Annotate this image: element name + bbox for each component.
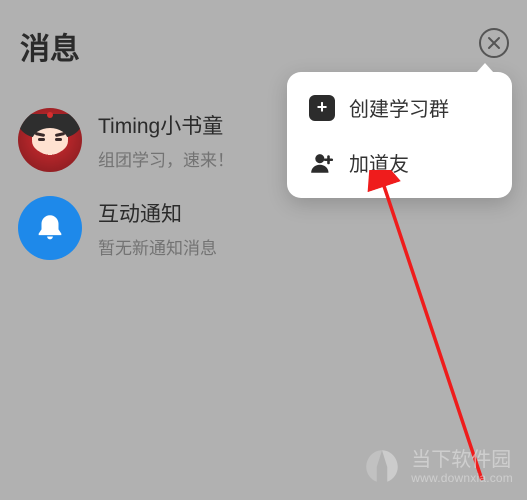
avatar	[18, 108, 82, 172]
popover-label: 创建学习群	[349, 93, 449, 122]
item-text: Timing小书童 组团学习，速来！	[98, 110, 234, 171]
close-button[interactable]	[479, 28, 509, 58]
item-text: 互动通知 暂无新通知消息	[98, 198, 217, 259]
bell-icon	[33, 211, 67, 245]
watermark: 当下软件园 www.downxia.com	[361, 446, 513, 488]
watermark-url: www.downxia.com	[411, 472, 513, 486]
item-subtitle: 组团学习，速来！	[98, 146, 234, 171]
add-user-icon	[309, 150, 335, 176]
item-subtitle: 暂无新通知消息	[98, 234, 217, 259]
plus-icon: +	[309, 95, 335, 121]
popover-menu: + 创建学习群 加道友	[287, 72, 512, 198]
avatar	[18, 196, 82, 260]
add-friend[interactable]: 加道友	[287, 135, 512, 190]
page-title: 消息	[20, 24, 80, 68]
popover-label: 加道友	[349, 148, 409, 177]
create-study-group[interactable]: + 创建学习群	[287, 80, 512, 135]
item-title: 互动通知	[98, 198, 217, 228]
watermark-logo-icon	[361, 446, 403, 488]
item-title: Timing小书童	[98, 110, 234, 140]
close-icon	[487, 36, 501, 50]
watermark-title: 当下软件园	[411, 449, 513, 472]
